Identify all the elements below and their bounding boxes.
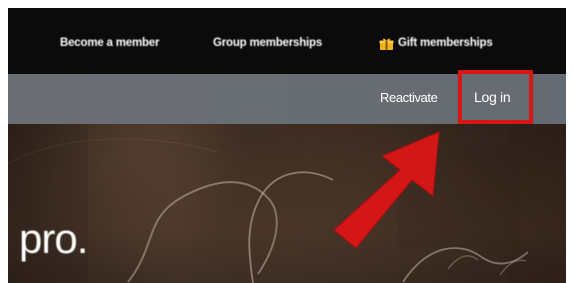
become-member-link[interactable]: Become a member	[60, 37, 159, 49]
page-frame: Become a member Group memberships Gift m…	[8, 8, 566, 283]
reactivate-link[interactable]: Reactivate	[380, 90, 438, 105]
membership-links: Become a member Group memberships Gift m…	[8, 8, 566, 74]
gift-icon	[379, 38, 394, 51]
highlight-box	[458, 70, 533, 124]
top-navigation-bar: Become a member Group memberships Gift m…	[8, 8, 566, 74]
hero-image-area: pro.	[8, 124, 566, 283]
group-memberships-link[interactable]: Group memberships	[213, 37, 322, 49]
hero-overlay	[8, 124, 566, 283]
hero-text: pro.	[19, 215, 88, 262]
gift-memberships-link[interactable]: Gift memberships	[398, 37, 493, 49]
